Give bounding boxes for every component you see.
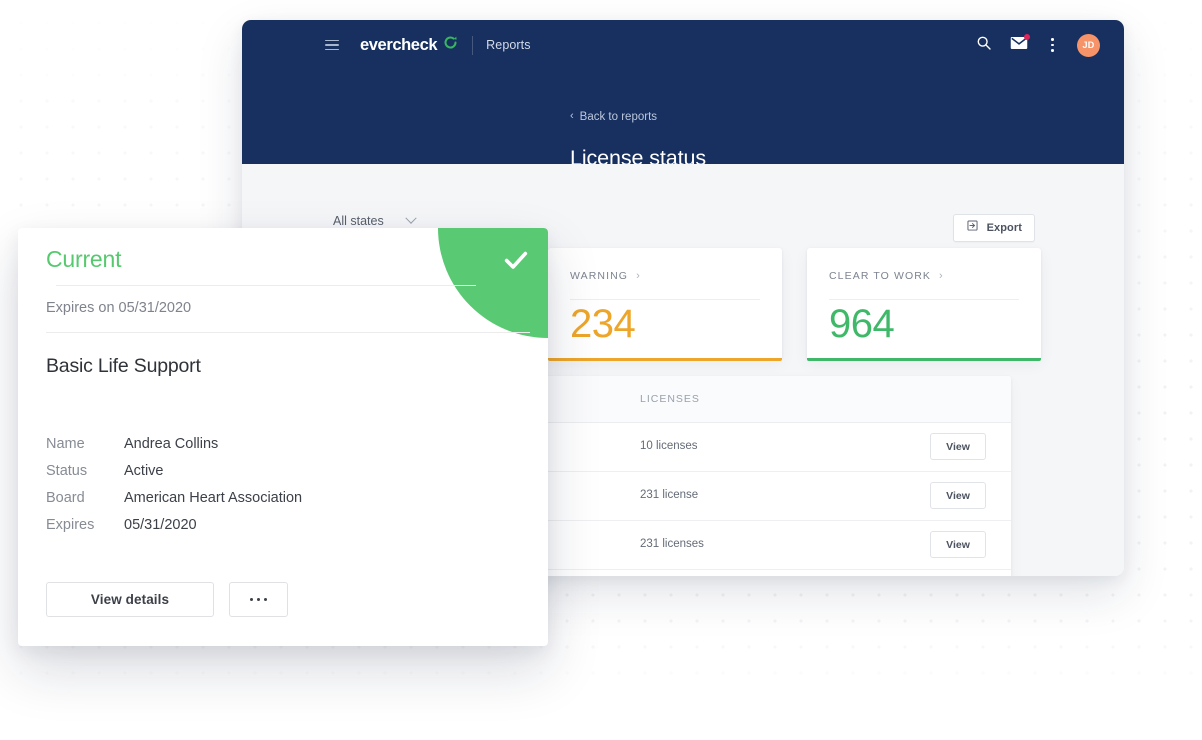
view-button[interactable]: View	[930, 482, 986, 509]
state-filter-value: All states	[333, 214, 384, 228]
detail-card-actions: View details	[46, 582, 288, 617]
view-button[interactable]: View	[930, 433, 986, 460]
column-header-licenses: LICENSES	[640, 393, 700, 405]
field-value: American Heart Association	[124, 490, 303, 506]
license-title: Basic Life Support	[46, 355, 201, 377]
notification-badge-dot	[1024, 33, 1031, 40]
stat-card-label: WARNING	[570, 270, 629, 282]
mail-notification[interactable]	[1010, 33, 1031, 55]
export-arrow-icon	[966, 219, 979, 237]
export-button[interactable]: Export	[952, 214, 1035, 242]
brand-logo[interactable]: evercheck	[360, 35, 458, 55]
field-value: 05/31/2020	[124, 517, 197, 533]
avatar[interactable]: JD	[1077, 33, 1100, 57]
divider	[56, 285, 476, 286]
field-label: Status	[46, 463, 88, 479]
view-button[interactable]: View	[930, 531, 986, 558]
app-header: evercheck Reports JD ‹ Back to reports L…	[242, 20, 1124, 170]
ellipsis-icon	[249, 597, 254, 602]
stat-card-warning[interactable]: WARNING › 234	[548, 248, 782, 361]
stat-card-value: 964	[829, 302, 895, 346]
stat-card-header: CLEAR TO WORK ›	[829, 270, 1019, 300]
check-mark-icon	[502, 246, 530, 279]
license-field-list: Name Andrea Collins Status Active Board …	[46, 436, 516, 544]
license-status-text: Current	[46, 246, 122, 272]
more-actions-button[interactable]	[229, 582, 288, 617]
section-label: Reports	[486, 38, 531, 52]
license-detail-card: Current Expires on 05/31/2020 Basic Life…	[18, 228, 548, 646]
chevron-right-icon: ›	[939, 269, 943, 282]
kebab-menu-icon[interactable]	[1046, 36, 1059, 53]
stat-card-label: CLEAR TO WORK	[829, 270, 932, 282]
brand-name: evercheck	[360, 35, 438, 54]
chevron-left-icon: ‹	[570, 110, 574, 122]
field-row-board: Board American Heart Association	[46, 490, 516, 506]
ellipsis-icon	[263, 597, 268, 602]
field-row-expires: Expires 05/31/2020	[46, 517, 516, 533]
stat-card-clear-to-work[interactable]: CLEAR TO WORK › 964	[807, 248, 1041, 361]
ellipsis-icon	[256, 597, 261, 602]
back-to-reports-link[interactable]: ‹ Back to reports	[570, 110, 658, 124]
field-label: Expires	[46, 517, 95, 533]
chevron-down-icon	[405, 212, 417, 224]
field-label: Board	[46, 490, 85, 506]
brand-divider	[472, 35, 474, 55]
view-details-button[interactable]: View details	[46, 582, 214, 617]
license-expiry-summary: Expires on 05/31/2020	[46, 300, 192, 316]
divider	[46, 332, 530, 333]
stat-card-header: WARNING ›	[570, 270, 760, 300]
refresh-circle-icon	[443, 35, 458, 55]
status-corner-badge	[438, 228, 548, 338]
cell-licenses: 231 licenses	[640, 538, 704, 550]
field-row-name: Name Andrea Collins	[46, 436, 516, 452]
chevron-right-icon: ›	[636, 269, 640, 282]
cell-licenses: 231 license	[640, 489, 699, 501]
search-icon[interactable]	[976, 35, 992, 56]
field-value: Active	[124, 463, 164, 479]
hamburger-menu-icon[interactable]	[325, 39, 339, 51]
top-navigation-bar: evercheck Reports JD	[242, 20, 1124, 70]
cell-licenses: 10 licenses	[640, 440, 698, 452]
field-label: Name	[46, 436, 85, 452]
export-button-label: Export	[986, 222, 1022, 234]
stat-card-accent-bar	[807, 358, 1041, 361]
stat-card-value: 234	[570, 302, 636, 346]
field-row-status: Status Active	[46, 463, 516, 479]
stat-card-accent-bar	[548, 358, 782, 361]
back-link-label: Back to reports	[579, 111, 658, 123]
field-value: Andrea Collins	[124, 436, 219, 452]
topbar-icon-group: JD	[976, 33, 1100, 57]
